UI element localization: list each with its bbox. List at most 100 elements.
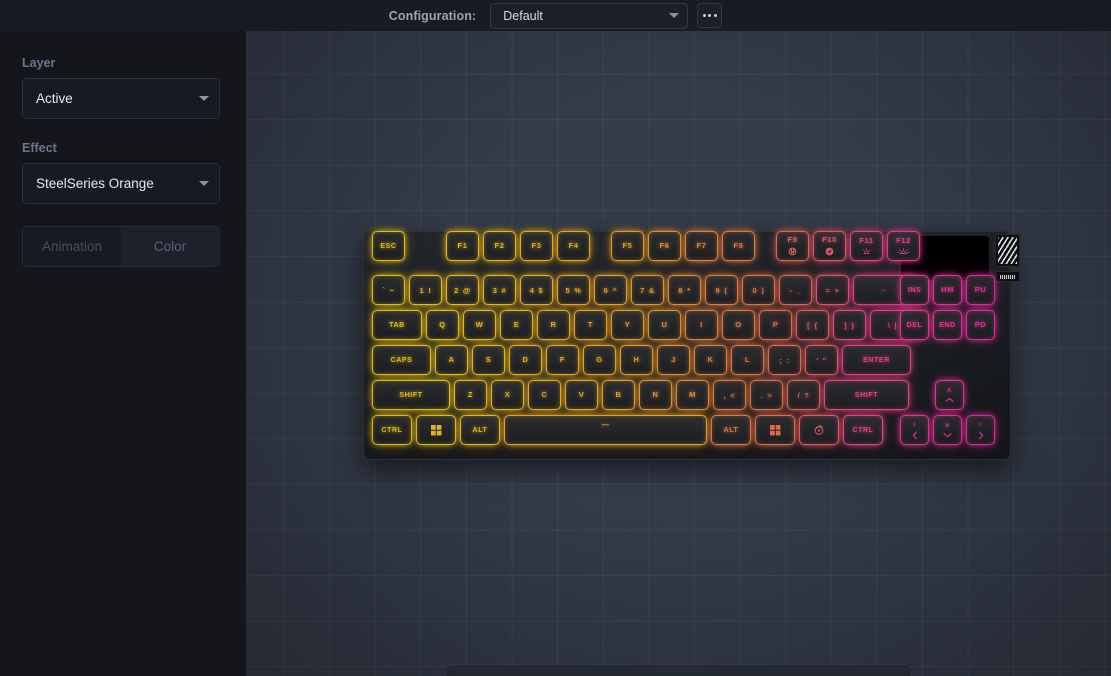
key-key[interactable]: ;: bbox=[768, 345, 801, 375]
volume-roller[interactable] bbox=[995, 234, 1020, 267]
layer-dropdown[interactable]: Active bbox=[22, 78, 220, 119]
windows-icon bbox=[430, 424, 442, 436]
key-key[interactable]: - _ bbox=[779, 275, 812, 305]
key-hm[interactable]: HM bbox=[933, 275, 962, 305]
key-7[interactable]: 7 & bbox=[631, 275, 664, 305]
key-shift[interactable]: SHIFT bbox=[372, 380, 450, 410]
key-key[interactable]: . > bbox=[750, 380, 783, 410]
key-j[interactable]: J bbox=[657, 345, 690, 375]
key-a[interactable]: A bbox=[435, 345, 468, 375]
more-options-button[interactable] bbox=[697, 3, 723, 28]
key-9[interactable]: 9( bbox=[705, 275, 738, 305]
key-n[interactable]: N bbox=[639, 380, 672, 410]
chevron-down-icon bbox=[669, 13, 680, 18]
sidebar: Layer Active Effect SteelSeries Orange A… bbox=[0, 31, 246, 676]
key-z[interactable]: Z bbox=[454, 380, 487, 410]
key-power[interactable]: F9 bbox=[776, 231, 809, 261]
key-t[interactable]: T bbox=[574, 310, 607, 340]
key-w[interactable]: W bbox=[463, 310, 496, 340]
arrow-down-icon bbox=[943, 432, 952, 438]
key-windows[interactable] bbox=[755, 415, 795, 445]
nav-cluster-qwerty-row: DEL END PD bbox=[900, 310, 999, 340]
key-b[interactable]: B bbox=[602, 380, 635, 410]
key-key[interactable]: ]} bbox=[833, 310, 866, 340]
key-f4[interactable]: F4 bbox=[557, 231, 590, 261]
key-alt[interactable]: ALT bbox=[460, 415, 500, 445]
key-s[interactable]: S bbox=[472, 345, 505, 375]
effect-dropdown[interactable]: SteelSeries Orange bbox=[22, 163, 220, 204]
key-key[interactable]: = + bbox=[816, 275, 849, 305]
key-v[interactable]: V bbox=[565, 380, 598, 410]
key-6[interactable]: 6 ^ bbox=[594, 275, 627, 305]
key-arrow-up[interactable]: ˄ bbox=[935, 380, 964, 410]
key-0[interactable]: 0) bbox=[742, 275, 775, 305]
key-key[interactable]: ' " bbox=[805, 345, 838, 375]
key-alt[interactable]: ALT bbox=[711, 415, 751, 445]
tab-color[interactable]: Color bbox=[121, 227, 219, 266]
key-ins[interactable]: INS bbox=[900, 275, 929, 305]
arrow-right-icon bbox=[978, 431, 984, 440]
key-esc[interactable]: ESC bbox=[372, 231, 405, 261]
brightness-up-icon bbox=[897, 247, 910, 255]
key-f1[interactable]: F1 bbox=[446, 231, 479, 261]
key-brightness-up[interactable]: F12 bbox=[887, 231, 920, 261]
key-key[interactable]: ` ~ bbox=[372, 275, 405, 305]
key-3[interactable]: 3 # bbox=[483, 275, 516, 305]
key-1[interactable]: 1! bbox=[409, 275, 442, 305]
key-f5[interactable]: F5 bbox=[611, 231, 644, 261]
key-q[interactable]: Q bbox=[426, 310, 459, 340]
key-y[interactable]: Y bbox=[611, 310, 644, 340]
key-key[interactable]: — bbox=[504, 415, 707, 445]
key-f8[interactable]: F8 bbox=[722, 231, 755, 261]
key-d[interactable]: D bbox=[509, 345, 542, 375]
key-c[interactable]: C bbox=[528, 380, 561, 410]
key-f6[interactable]: F6 bbox=[648, 231, 681, 261]
key-ctrl[interactable]: CTRL bbox=[372, 415, 412, 445]
key-5[interactable]: 5% bbox=[557, 275, 590, 305]
key-windows[interactable] bbox=[416, 415, 456, 445]
key-arrow-down[interactable]: ˅ bbox=[933, 415, 962, 445]
key-o[interactable]: O bbox=[722, 310, 755, 340]
key-k[interactable]: K bbox=[694, 345, 727, 375]
power-icon bbox=[788, 247, 797, 256]
key-pu[interactable]: PU bbox=[966, 275, 995, 305]
key-caps[interactable]: CAPS bbox=[372, 345, 431, 375]
key-p[interactable]: P bbox=[759, 310, 792, 340]
key-key[interactable]: , < bbox=[713, 380, 746, 410]
key-media[interactable]: F10 bbox=[813, 231, 846, 261]
key-8[interactable]: 8 * bbox=[668, 275, 701, 305]
key-shift[interactable]: SHIFT bbox=[824, 380, 909, 410]
key-i[interactable]: I bbox=[685, 310, 718, 340]
key-key[interactable]: [{ bbox=[796, 310, 829, 340]
key-pd[interactable]: PD bbox=[966, 310, 995, 340]
key-x[interactable]: X bbox=[491, 380, 524, 410]
key-m[interactable]: M bbox=[676, 380, 709, 410]
key-del[interactable]: DEL bbox=[900, 310, 929, 340]
key-tab[interactable]: TAB bbox=[372, 310, 422, 340]
key-end[interactable]: END bbox=[933, 310, 962, 340]
key-brightness-down[interactable]: F11 bbox=[850, 231, 883, 261]
key-f2[interactable]: F2 bbox=[483, 231, 516, 261]
key-g[interactable]: G bbox=[583, 345, 616, 375]
key-arrow-right[interactable]: › bbox=[966, 415, 995, 445]
key-f[interactable]: F bbox=[546, 345, 579, 375]
keyboard-preview[interactable]: ESC F1 F2 F3 F4 F5 F6 F7 F8 F9 F10 F11 F12 ` ~1! 2 @3 #4 $… bbox=[363, 230, 1020, 460]
key-arrow-left[interactable]: ‹ bbox=[900, 415, 929, 445]
key-key[interactable]: /? bbox=[787, 380, 820, 410]
keyboard-canvas[interactable]: ESC F1 F2 F3 F4 F5 F6 F7 F8 F9 F10 F11 F12 ` ~1! 2 @3 #4 $… bbox=[246, 31, 1111, 676]
key-e[interactable]: E bbox=[500, 310, 533, 340]
key-f7[interactable]: F7 bbox=[685, 231, 718, 261]
key-steelseries[interactable] bbox=[799, 415, 839, 445]
key-u[interactable]: U bbox=[648, 310, 681, 340]
key-l[interactable]: L bbox=[731, 345, 764, 375]
key-r[interactable]: R bbox=[537, 310, 570, 340]
configuration-label: Configuration: bbox=[388, 8, 477, 23]
tab-animation[interactable]: Animation bbox=[23, 227, 121, 266]
key-f3[interactable]: F3 bbox=[520, 231, 553, 261]
key-ctrl[interactable]: CTRL bbox=[843, 415, 883, 445]
key-enter[interactable]: ENTER bbox=[842, 345, 911, 375]
configuration-select[interactable]: Default bbox=[490, 2, 689, 29]
key-h[interactable]: H bbox=[620, 345, 653, 375]
key-4[interactable]: 4 $ bbox=[520, 275, 553, 305]
key-2[interactable]: 2 @ bbox=[446, 275, 479, 305]
